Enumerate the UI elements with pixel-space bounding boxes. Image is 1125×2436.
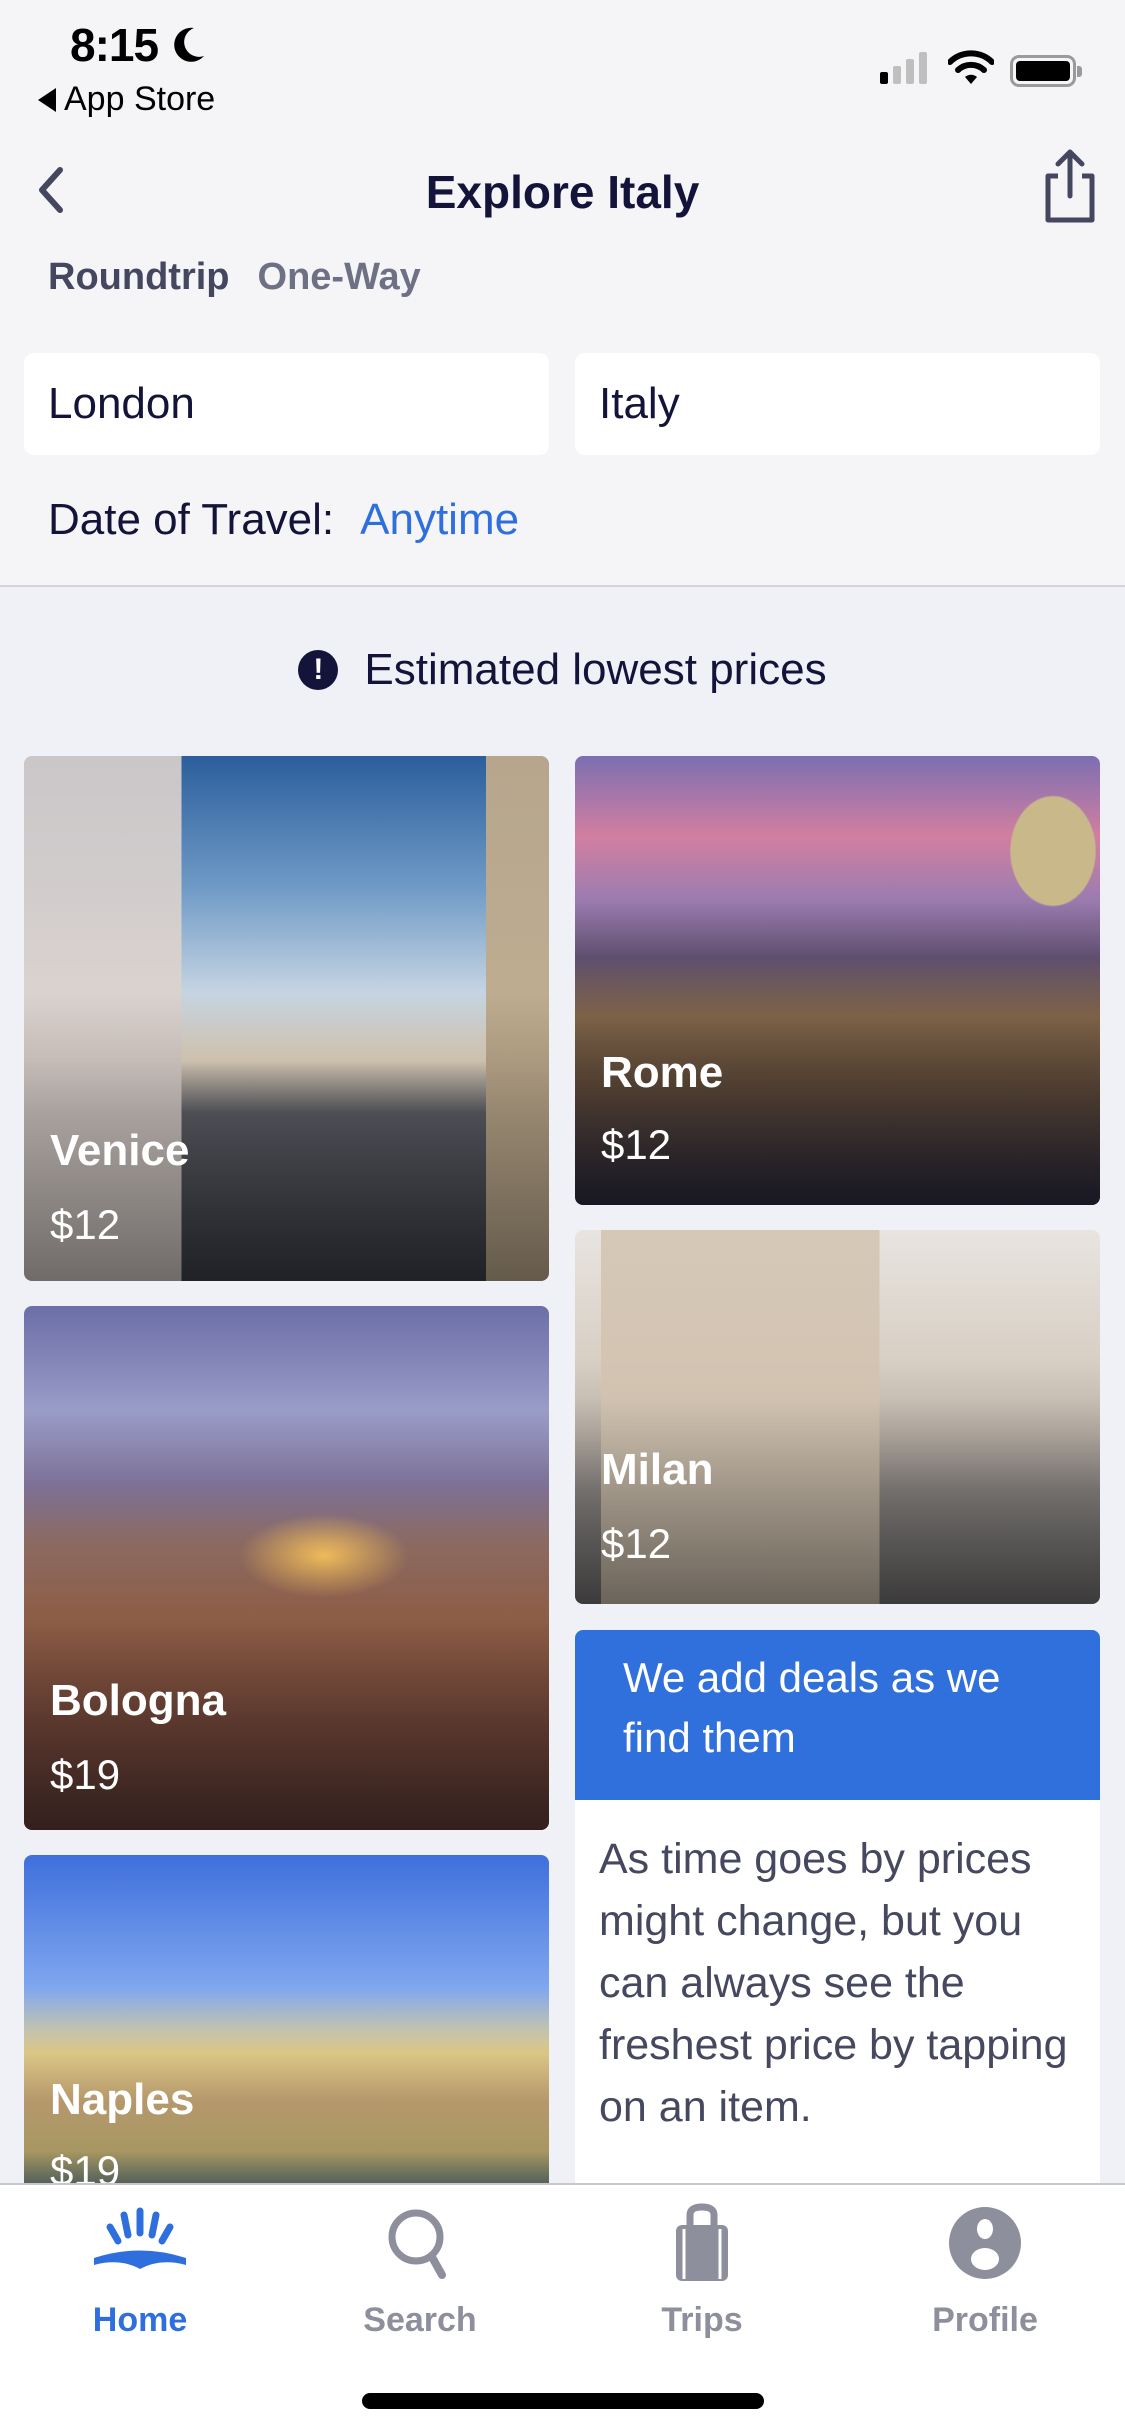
home-sunrise-icon <box>94 2207 186 2269</box>
destination-city: Venice <box>50 1126 190 1175</box>
deals-info-card: We add deals as we find them As time goe… <box>575 1630 1100 2230</box>
destination-price: $12 <box>601 1520 672 1567</box>
share-icon[interactable] <box>1040 146 1100 226</box>
trip-type-selector: Roundtrip One-Way <box>48 256 421 299</box>
tab-label: Profile <box>932 2301 1038 2339</box>
battery-icon <box>1010 55 1082 87</box>
date-of-travel-label: Date of Travel: <box>48 495 335 544</box>
tab-roundtrip[interactable]: Roundtrip <box>48 256 230 299</box>
do-not-disturb-moon-icon <box>174 27 204 62</box>
info-card-title: We add deals as we find them <box>575 1630 1100 1800</box>
destination-card-bologna[interactable]: Bologna $19 <box>24 1306 549 1830</box>
destination-card-naples[interactable]: Naples $19 <box>24 1855 549 2235</box>
destination-city: Rome <box>601 1048 724 1097</box>
profile-icon <box>949 2207 1021 2279</box>
info-card-body: As time goes by prices might change, but… <box>599 1835 1068 2131</box>
destination-card-milan[interactable]: Milan $12 <box>575 1230 1100 1604</box>
destination-price: $12 <box>601 1121 672 1168</box>
destination-card-rome[interactable]: Rome $12 <box>575 756 1100 1205</box>
destination-city: Bologna <box>50 1676 226 1725</box>
tab-profile[interactable]: Profile <box>885 2203 1085 2340</box>
tab-one-way[interactable]: One-Way <box>258 256 421 299</box>
app-screen: 8:15 App Store Explore Italy Roundtrip O… <box>0 0 1125 2436</box>
estimated-prices-notice: ! Estimated lowest prices <box>0 645 1125 695</box>
destination-card-venice[interactable]: Venice $12 <box>24 756 549 1281</box>
search-header: 8:15 App Store Explore Italy Roundtrip O… <box>0 0 1125 587</box>
tab-label: Search <box>363 2301 477 2339</box>
destination-field[interactable] <box>575 353 1100 455</box>
destination-city: Milan <box>601 1445 714 1494</box>
date-of-travel-value[interactable]: Anytime <box>360 495 519 545</box>
back-to-app-store-link[interactable]: App Store <box>38 80 215 119</box>
tab-label: Home <box>92 2301 188 2339</box>
cellular-signal-icon <box>880 52 927 84</box>
date-of-travel-row: Date of Travel: Anytime <box>48 495 519 545</box>
tab-trips[interactable]: Trips <box>602 2203 802 2340</box>
destination-price: $19 <box>50 1751 121 1798</box>
wifi-icon <box>948 50 994 84</box>
origin-field[interactable] <box>24 353 549 455</box>
exclamation-icon: ! <box>298 650 339 690</box>
status-time: 8:15 <box>70 19 159 71</box>
destination-price: $12 <box>50 1201 121 1248</box>
search-icon <box>388 2209 446 2279</box>
tab-search[interactable]: Search <box>320 2203 520 2340</box>
home-indicator[interactable] <box>362 2393 764 2409</box>
destination-city: Naples <box>50 2075 195 2124</box>
notice-text: Estimated lowest prices <box>364 645 827 694</box>
tab-label: Trips <box>661 2301 743 2339</box>
back-triangle-icon <box>38 87 56 112</box>
page-title: Explore Italy <box>425 166 700 218</box>
tab-home[interactable]: Home <box>40 2203 240 2340</box>
luggage-icon <box>676 2203 728 2281</box>
back-app-label: App Store <box>64 80 216 118</box>
